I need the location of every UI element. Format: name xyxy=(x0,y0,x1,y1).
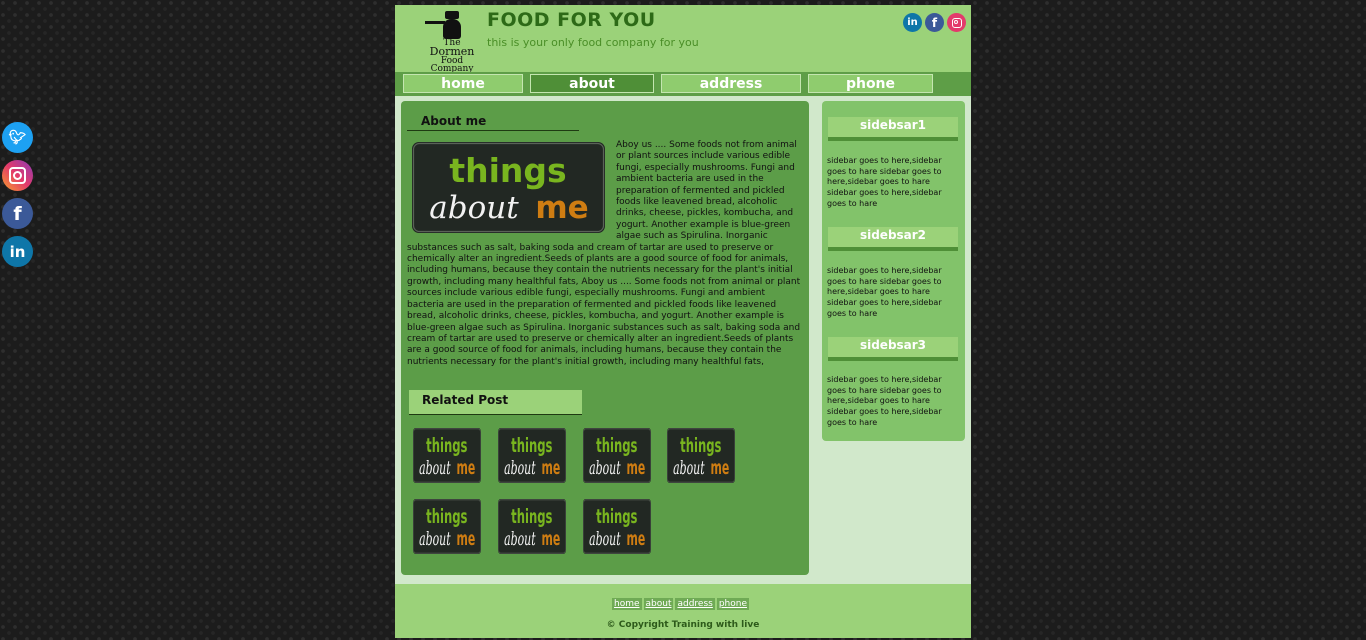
footer: home about address phone © Copyright Tra… xyxy=(395,584,971,638)
nav-about[interactable]: about xyxy=(530,74,654,93)
copyright-text: © Copyright Training with live xyxy=(606,620,760,630)
related-post-label: Related Post xyxy=(422,393,509,407)
site-tagline: this is your only food company for you xyxy=(487,36,699,49)
main-nav: home about address phone xyxy=(395,72,971,96)
sidebar-text-3: sidebar goes to here,sidebar goes to har… xyxy=(827,375,942,427)
sidebar-text-1: sidebar goes to here,sidebar goes to har… xyxy=(827,156,942,208)
footer-link-address[interactable]: address xyxy=(675,598,715,610)
facebook-icon[interactable]: f xyxy=(2,198,33,229)
about-heading: About me xyxy=(407,113,579,131)
company-logo[interactable]: The Dormen Food Company xyxy=(423,11,481,74)
site-title: FOOD FOR YOU xyxy=(487,9,656,31)
sidebar-heading-1: sidebsar1 xyxy=(828,117,958,141)
footer-link-phone[interactable]: phone xyxy=(716,598,750,610)
facebook-icon[interactable]: f xyxy=(925,13,944,32)
instagram-icon[interactable] xyxy=(2,160,33,191)
related-post-thumbnail[interactable] xyxy=(667,428,735,483)
footer-link-home[interactable]: home xyxy=(612,598,642,610)
header-social-links: in f xyxy=(900,13,966,32)
related-post-thumbnail[interactable] xyxy=(583,428,651,483)
sidebar-text-2: sidebar goes to here,sidebar goes to har… xyxy=(827,266,942,318)
header: The Dormen Food Company FOOD FOR YOU thi… xyxy=(395,5,971,74)
side-social-bar: 🐦︎ f in xyxy=(2,122,34,274)
related-post-thumbnail[interactable] xyxy=(498,428,566,483)
related-post-thumbnail[interactable] xyxy=(413,499,481,554)
main-content: About me Aboy us .... Some foods not fro… xyxy=(401,101,809,575)
waiter-figure xyxy=(443,19,461,39)
logo-text-line: Food Company xyxy=(430,56,474,74)
related-post-heading: Related Post xyxy=(409,390,582,415)
instagram-icon[interactable] xyxy=(947,13,966,32)
sidebar-heading-2: sidebsar2 xyxy=(828,227,958,251)
linkedin-icon[interactable]: in xyxy=(903,13,922,32)
footer-links: home about address phone xyxy=(612,598,751,610)
related-post-thumbnail[interactable] xyxy=(583,499,651,554)
linkedin-icon[interactable]: in xyxy=(2,236,33,267)
logo-text: The Dormen Food Company xyxy=(423,39,481,74)
about-text-block: Aboy us .... Some foods not from animal … xyxy=(407,140,803,368)
related-post-thumbnail[interactable] xyxy=(413,428,481,483)
twitter-icon[interactable]: 🐦︎ xyxy=(2,122,33,153)
about-heading-label: About me xyxy=(421,114,487,128)
nav-phone[interactable]: phone xyxy=(808,74,933,93)
nav-address[interactable]: address xyxy=(661,74,801,93)
footer-link-about[interactable]: about xyxy=(643,598,674,610)
sidebar: sidebsar1 sidebar goes to here,sidebar g… xyxy=(822,101,965,441)
related-post-thumbnail[interactable] xyxy=(498,499,566,554)
site-container: The Dormen Food Company FOOD FOR YOU thi… xyxy=(395,5,971,638)
sidebar-heading-3: sidebsar3 xyxy=(828,337,958,361)
nav-home[interactable]: home xyxy=(403,74,523,93)
waiter-hat xyxy=(445,11,459,19)
waiter-tray xyxy=(425,21,445,24)
